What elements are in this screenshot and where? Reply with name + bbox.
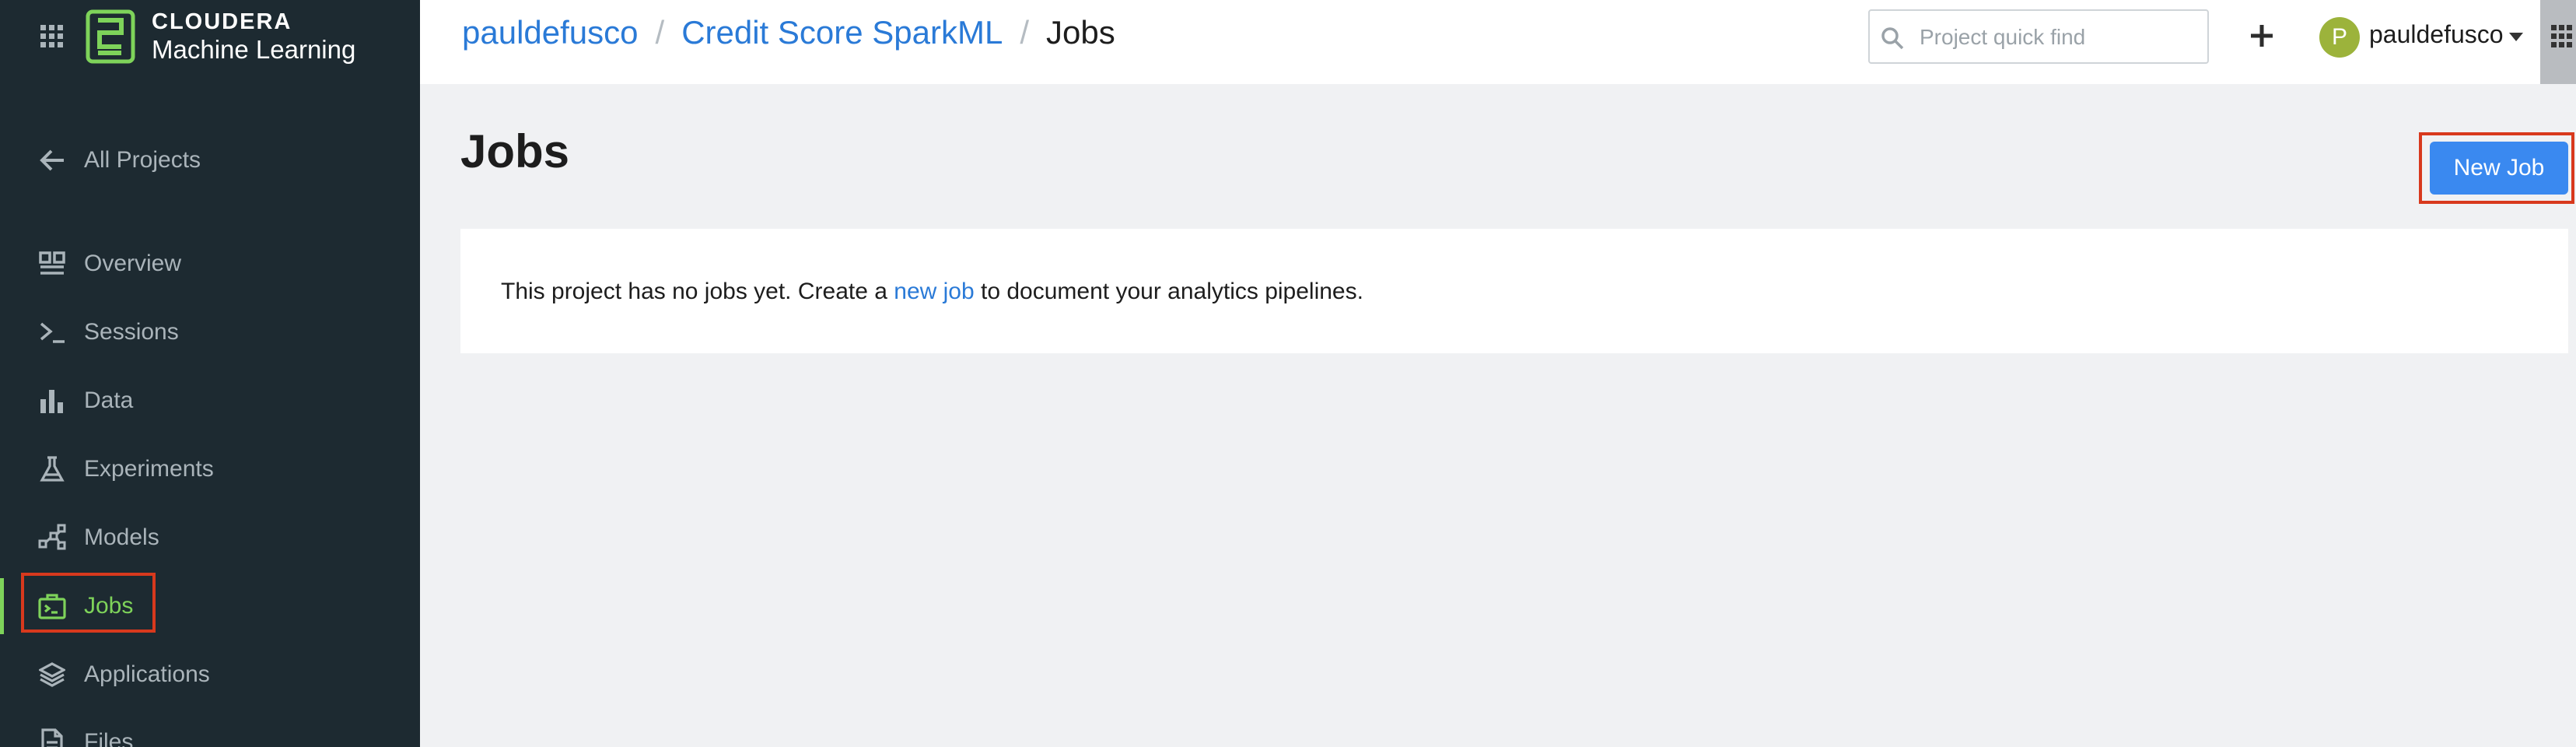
sidebar-item-models[interactable]: Models (0, 507, 420, 569)
sidebar-item-label: Overview (84, 251, 182, 276)
sidebar-item-data[interactable]: Data (0, 370, 420, 432)
flask-icon (37, 454, 67, 484)
layers-icon (37, 660, 67, 689)
search-input[interactable] (1918, 19, 2201, 56)
all-projects-label: All Projects (84, 147, 201, 173)
search-icon (1881, 27, 1904, 50)
breadcrumb-separator: / (655, 14, 665, 51)
jobs-highlight-box (21, 573, 156, 633)
new-job-link[interactable]: new job (894, 279, 974, 304)
brand-name: CLOUDERA (152, 9, 292, 34)
sidebar-item-experiments[interactable]: Experiments (0, 438, 420, 500)
file-icon (37, 728, 67, 747)
empty-message-suffix: to document your analytics pipelines. (974, 279, 1363, 304)
sidebar: CLOUDERA Machine Learning All Projects O… (0, 0, 420, 747)
breadcrumb: pauldefusco / Credit Score SparkML / Jobs (462, 14, 1115, 51)
empty-state-message: This project has no jobs yet. Create a n… (501, 279, 1363, 305)
product-name: Machine Learning (152, 35, 356, 64)
sidebar-item-files[interactable]: Files (0, 711, 420, 747)
cloudera-logo-icon (86, 9, 135, 64)
page-title: Jobs (460, 125, 570, 177)
breadcrumb-user-link[interactable]: pauldefusco (462, 14, 639, 51)
bar-chart-icon (37, 386, 67, 416)
sidebar-item-label: Applications (84, 661, 210, 687)
jobs-empty-card: This project has no jobs yet. Create a n… (460, 229, 2568, 353)
app-launcher-icon[interactable] (40, 25, 64, 48)
breadcrumb-separator: / (1020, 14, 1030, 51)
project-quick-find[interactable] (1868, 9, 2209, 64)
top-bar: pauldefusco / Credit Score SparkML / Jobs P … (420, 0, 2576, 84)
chevron-down-icon[interactable] (2509, 33, 2523, 42)
user-menu-name[interactable]: pauldefusco (2369, 20, 2504, 49)
terminal-icon (37, 317, 67, 347)
plus-icon[interactable] (2246, 20, 2277, 51)
overview-icon (37, 249, 67, 279)
model-graph-icon (37, 523, 67, 552)
sidebar-item-overview[interactable]: Overview (0, 233, 420, 295)
sidebar-item-label: Data (84, 388, 134, 413)
sidebar-item-applications[interactable]: Applications (0, 644, 420, 706)
empty-message-prefix: This project has no jobs yet. Create a (501, 279, 894, 304)
breadcrumb-project-link[interactable]: Credit Score SparkML (681, 14, 1003, 51)
new-job-highlight-box (2419, 132, 2574, 204)
sidebar-item-label: Sessions (84, 319, 179, 345)
product-logo-text: CLOUDERA Machine Learning (152, 9, 356, 64)
sidebar-item-label: Files (84, 729, 134, 747)
sidebar-item-label: Experiments (84, 456, 214, 482)
breadcrumb-current-page: Jobs (1046, 14, 1115, 51)
grid-icon[interactable] (2551, 25, 2573, 48)
arrow-left-icon (37, 146, 67, 175)
sidebar-item-sessions[interactable]: Sessions (0, 301, 420, 363)
avatar[interactable]: P (2319, 17, 2360, 58)
sidebar-item-label: Models (84, 524, 159, 550)
all-projects-link[interactable]: All Projects (0, 129, 420, 191)
right-rail[interactable] (2540, 0, 2576, 84)
